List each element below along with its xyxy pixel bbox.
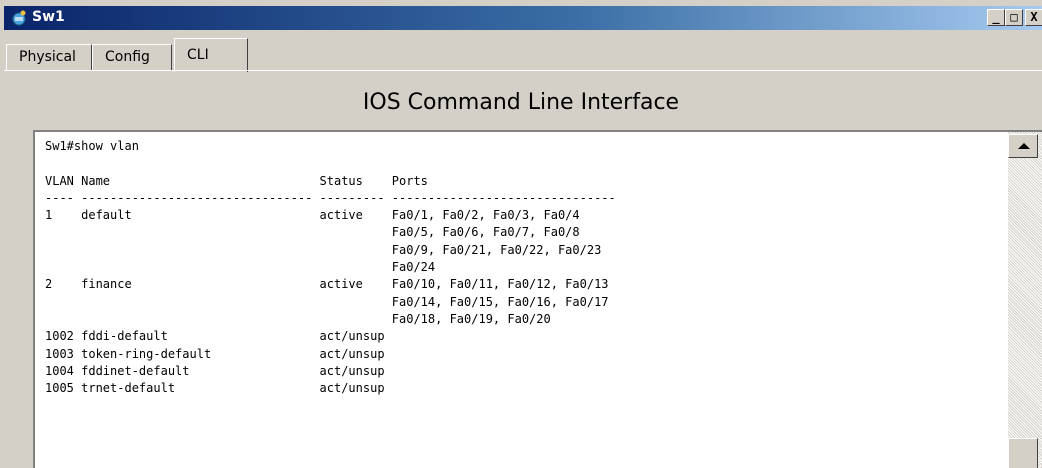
arrow-up-icon bbox=[1018, 143, 1030, 149]
minimize-icon: _ bbox=[992, 10, 1000, 24]
minimize-button[interactable]: _ bbox=[987, 9, 1005, 26]
tab-strip: Physical Config CLI bbox=[4, 36, 1042, 72]
scroll-up-button[interactable] bbox=[1008, 134, 1038, 158]
window-title: Sw1 bbox=[32, 9, 65, 25]
page-title: IOS Command Line Interface bbox=[362, 90, 680, 115]
title-bar[interactable]: Sw1 _ □ X bbox=[4, 6, 1042, 30]
terminal-output[interactable]: Sw1#show vlan VLAN Name Status Ports ---… bbox=[45, 138, 616, 397]
close-button[interactable]: X bbox=[1025, 9, 1042, 26]
cli-terminal[interactable]: Sw1#show vlan VLAN Name Status Ports ---… bbox=[33, 130, 1042, 468]
vertical-scrollbar[interactable] bbox=[1008, 132, 1042, 468]
tab-physical[interactable]: Physical bbox=[6, 44, 92, 70]
cisco-switch-icon bbox=[12, 10, 26, 26]
packet-tracer-window: Sw1 _ □ X Physical Config CLI IOS Comman… bbox=[0, 0, 1042, 468]
tab-cli[interactable]: CLI bbox=[174, 38, 248, 72]
maximize-icon: □ bbox=[1010, 10, 1018, 24]
tab-divider bbox=[4, 70, 1042, 71]
close-icon: X bbox=[1030, 10, 1038, 24]
scroll-thumb[interactable] bbox=[1008, 438, 1038, 468]
tab-config[interactable]: Config bbox=[92, 44, 172, 70]
maximize-button[interactable]: □ bbox=[1005, 9, 1023, 26]
